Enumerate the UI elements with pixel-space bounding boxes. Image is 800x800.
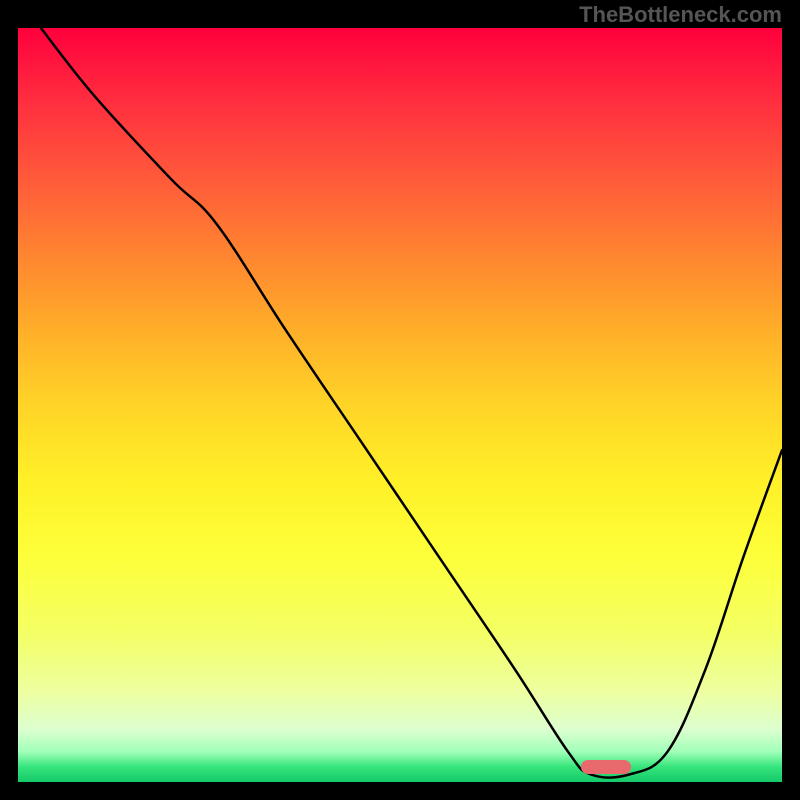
watermark-text: TheBottleneck.com [579,2,782,28]
chart-plot-area [18,28,782,782]
bottleneck-curve [18,28,782,782]
optimal-marker [581,760,631,774]
